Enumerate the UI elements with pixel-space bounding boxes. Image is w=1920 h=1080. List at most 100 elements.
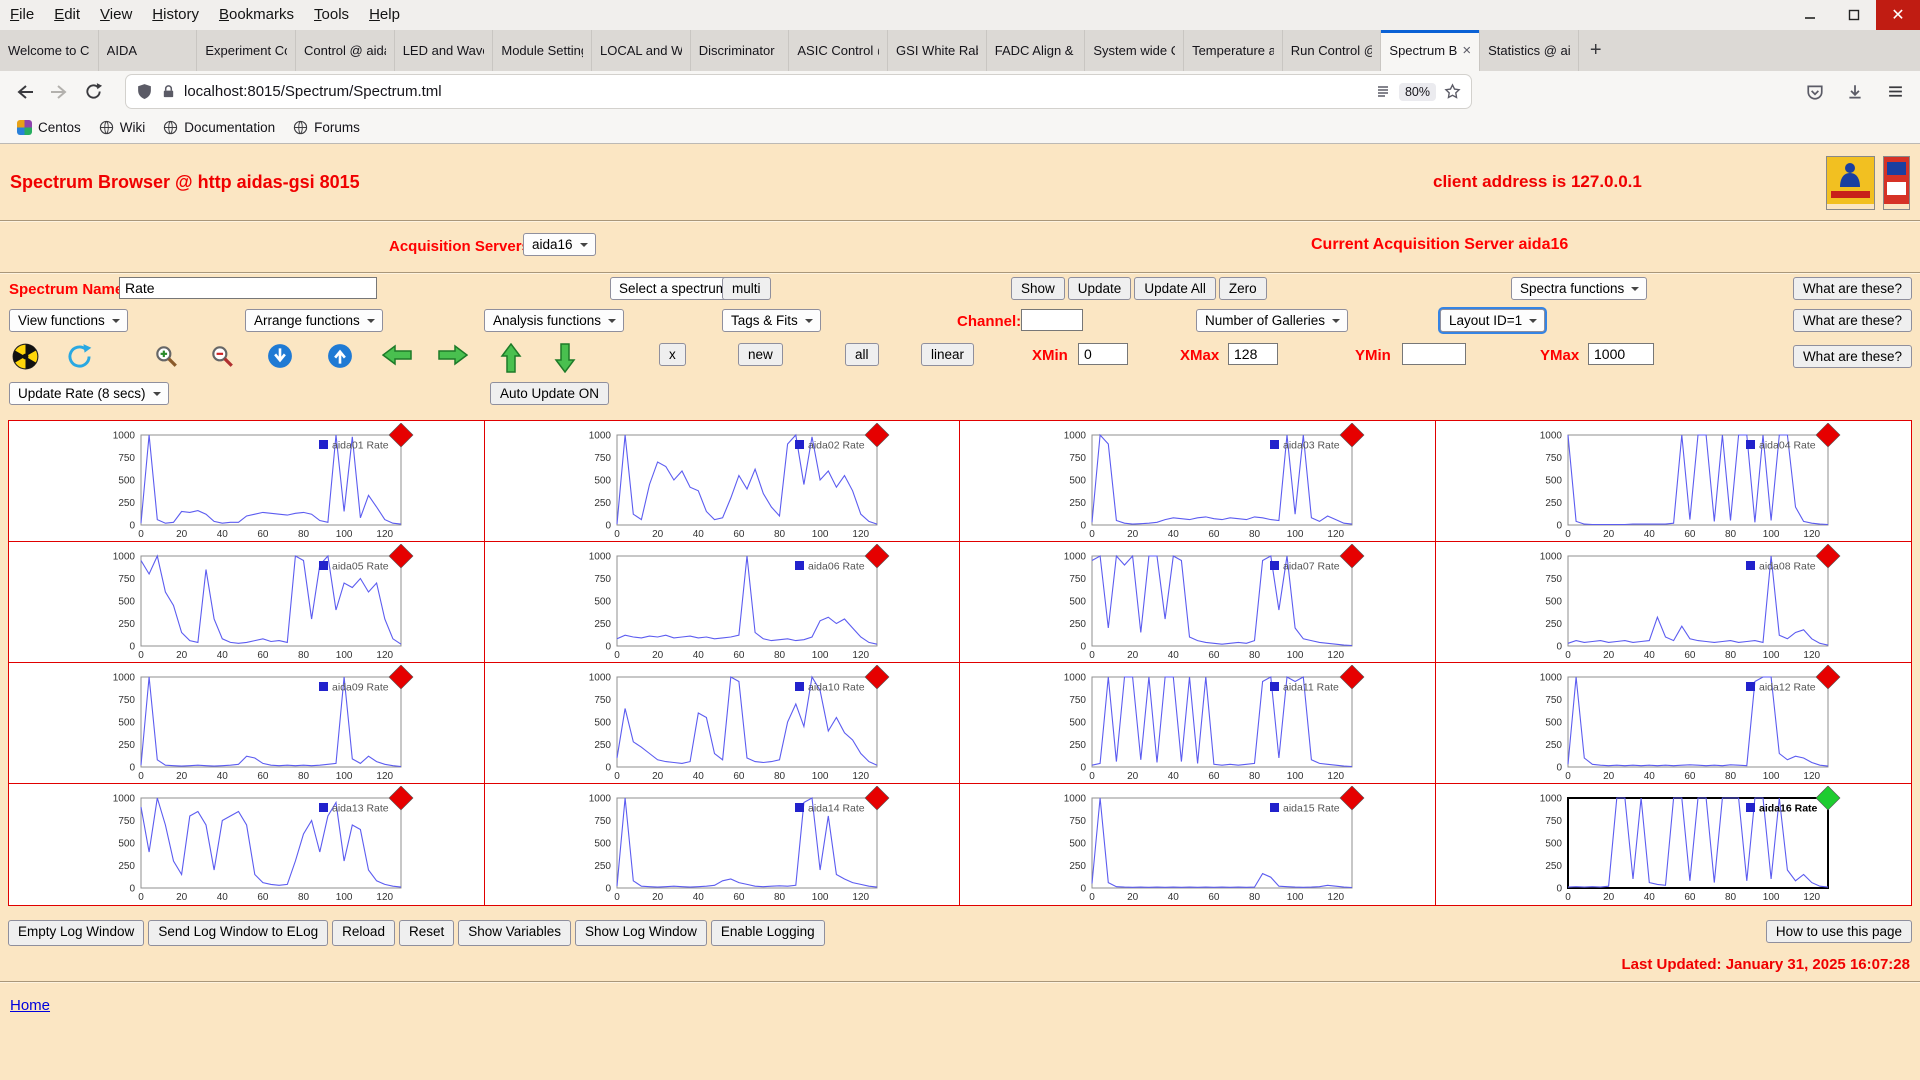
water-refresh-icon[interactable] — [66, 343, 93, 370]
analysis-functions-dropdown[interactable]: Analysis functions — [484, 309, 624, 332]
shield-icon[interactable] — [136, 83, 153, 100]
x-button[interactable]: x — [659, 343, 686, 366]
tab-13[interactable]: Temperature a — [1184, 30, 1283, 71]
menu-help[interactable]: Help — [359, 0, 410, 30]
channel-input[interactable] — [1021, 309, 1083, 331]
zoom-level-badge[interactable]: 80% — [1399, 83, 1436, 101]
spectrum-plot-08[interactable]: 02505007501000020406080100120aida08 Rate — [1436, 542, 1912, 663]
all-button[interactable]: all — [845, 343, 879, 366]
menu-history[interactable]: History — [142, 0, 209, 30]
auto-update-button[interactable]: Auto Update ON — [490, 382, 609, 405]
spectrum-plot-07[interactable]: 02505007501000020406080100120aida07 Rate — [960, 542, 1436, 663]
linear-button[interactable]: linear — [921, 343, 974, 366]
spectrum-plot-14[interactable]: 02505007501000020406080100120aida14 Rate — [485, 784, 961, 905]
tab-8[interactable]: Discriminator — [691, 30, 790, 71]
xmax-input[interactable] — [1228, 343, 1278, 365]
what-are-these-button-1[interactable]: What are these? — [1793, 277, 1912, 300]
tab-5[interactable]: LED and Wave — [395, 30, 494, 71]
tab-1[interactable]: Welcome to C — [0, 30, 99, 71]
tab-3[interactable]: Experiment Co — [197, 30, 296, 71]
spectrum-plot-06[interactable]: 02505007501000020406080100120aida06 Rate — [485, 542, 961, 663]
spectrum-plot-04[interactable]: 02505007501000020406080100120aida04 Rate — [1436, 421, 1912, 542]
view-functions-dropdown[interactable]: View functions — [9, 309, 128, 332]
layout-id-dropdown[interactable]: Layout ID=1 — [1440, 309, 1545, 332]
blue-up-arrow-icon[interactable] — [327, 343, 353, 369]
menu-tools[interactable]: Tools — [304, 0, 359, 30]
reader-mode-icon[interactable] — [1375, 84, 1391, 100]
tab-4[interactable]: Control @ aida — [296, 30, 395, 71]
back-button[interactable] — [10, 77, 40, 107]
empty-log-window-button[interactable]: Empty Log Window — [8, 920, 144, 946]
minimize-button[interactable] — [1788, 0, 1832, 30]
tab-7[interactable]: LOCAL and Wa — [592, 30, 691, 71]
spectrum-plot-13[interactable]: 02505007501000020406080100120aida13 Rate — [9, 784, 485, 905]
spectrum-plot-05[interactable]: 02505007501000020406080100120aida05 Rate — [9, 542, 485, 663]
tab-16[interactable]: Statistics @ ai — [1480, 30, 1579, 71]
show-log-window-button[interactable]: Show Log Window — [575, 920, 707, 946]
spectrum-plot-03[interactable]: 02505007501000020406080100120aida03 Rate — [960, 421, 1436, 542]
green-left-arrow-icon[interactable] — [382, 343, 412, 367]
maximize-button[interactable] — [1832, 0, 1876, 30]
green-right-arrow-icon[interactable] — [438, 343, 468, 367]
menu-edit[interactable]: Edit — [44, 0, 90, 30]
zoom-in-icon[interactable] — [153, 343, 179, 369]
tags-fits-dropdown[interactable]: Tags & Fits — [722, 309, 821, 332]
bookmark-documentation[interactable]: Documentation — [154, 117, 284, 138]
menu-bookmarks[interactable]: Bookmarks — [209, 0, 304, 30]
show-button[interactable]: Show — [1011, 277, 1065, 300]
radiation-icon[interactable] — [12, 343, 39, 370]
bookmark-centos[interactable]: Centos — [8, 117, 90, 138]
green-up-arrow-icon[interactable] — [499, 343, 523, 373]
tab-11[interactable]: FADC Align & — [987, 30, 1086, 71]
home-link[interactable]: Home — [10, 997, 50, 1014]
reset-button[interactable]: Reset — [399, 920, 454, 946]
url-text[interactable]: localhost:8015/Spectrum/Spectrum.tml — [184, 83, 1367, 100]
url-bar[interactable]: localhost:8015/Spectrum/Spectrum.tml 80% — [126, 75, 1471, 108]
bookmark-wiki[interactable]: Wiki — [90, 117, 155, 138]
new-tab-button[interactable]: + — [1579, 30, 1613, 71]
spectrum-plot-01[interactable]: 02505007501000020406080100120aida01 Rate — [9, 421, 485, 542]
what-are-these-button-3[interactable]: What are these? — [1793, 345, 1912, 368]
close-button[interactable]: ✕ — [1876, 0, 1920, 30]
spectrum-plot-09[interactable]: 02505007501000020406080100120aida09 Rate — [9, 663, 485, 784]
new-button[interactable]: new — [738, 343, 783, 366]
green-down-arrow-icon[interactable] — [553, 343, 577, 373]
tab-14[interactable]: Run Control @ — [1283, 30, 1382, 71]
number-of-galleries-dropdown[interactable]: Number of Galleries — [1196, 309, 1348, 332]
bookmark-forums[interactable]: Forums — [284, 117, 369, 138]
bookmark-star-icon[interactable] — [1444, 83, 1461, 100]
zero-button[interactable]: Zero — [1219, 277, 1267, 300]
tab-9[interactable]: ASIC Control @ — [789, 30, 888, 71]
update-all-button[interactable]: Update All — [1134, 277, 1216, 300]
download-icon[interactable] — [1840, 77, 1870, 107]
how-to-use-button[interactable]: How to use this page — [1766, 920, 1912, 943]
menu-hamburger-icon[interactable] — [1880, 77, 1910, 107]
tab-2[interactable]: AIDA — [99, 30, 198, 71]
arrange-functions-dropdown[interactable]: Arrange functions — [245, 309, 383, 332]
spectrum-plot-12[interactable]: 02505007501000020406080100120aida12 Rate — [1436, 663, 1912, 784]
reload-button[interactable]: Reload — [332, 920, 395, 946]
menu-view[interactable]: View — [90, 0, 142, 30]
pocket-icon[interactable] — [1800, 77, 1830, 107]
update-rate-dropdown[interactable]: Update Rate (8 secs) — [9, 382, 169, 405]
blue-down-arrow-icon[interactable] — [267, 343, 293, 369]
tab-12[interactable]: System wide C — [1085, 30, 1184, 71]
tab-close-icon[interactable]: × — [1462, 43, 1471, 58]
forward-button[interactable] — [44, 77, 74, 107]
spectra-functions-dropdown[interactable]: Spectra functions — [1511, 277, 1647, 300]
spectrum-plot-15[interactable]: 02505007501000020406080100120aida15 Rate — [960, 784, 1436, 905]
xmin-input[interactable] — [1078, 343, 1128, 365]
enable-logging-button[interactable]: Enable Logging — [711, 920, 825, 946]
menu-file[interactable]: File — [0, 0, 44, 30]
spectrum-plot-10[interactable]: 02505007501000020406080100120aida10 Rate — [485, 663, 961, 784]
reload-button[interactable] — [78, 77, 108, 107]
spectrum-plot-02[interactable]: 02505007501000020406080100120aida02 Rate — [485, 421, 961, 542]
send-log-window-to-elog-button[interactable]: Send Log Window to ELog — [148, 920, 328, 946]
lock-icon[interactable] — [161, 84, 176, 99]
spectrum-plot-16[interactable]: 02505007501000020406080100120aida16 Rate — [1436, 784, 1912, 905]
update-button[interactable]: Update — [1068, 277, 1132, 300]
acquisition-server-select[interactable]: aida16 — [523, 233, 596, 256]
spectrum-name-input[interactable] — [119, 277, 377, 299]
ymax-input[interactable] — [1588, 343, 1654, 365]
tab-6[interactable]: Module Setting — [493, 30, 592, 71]
